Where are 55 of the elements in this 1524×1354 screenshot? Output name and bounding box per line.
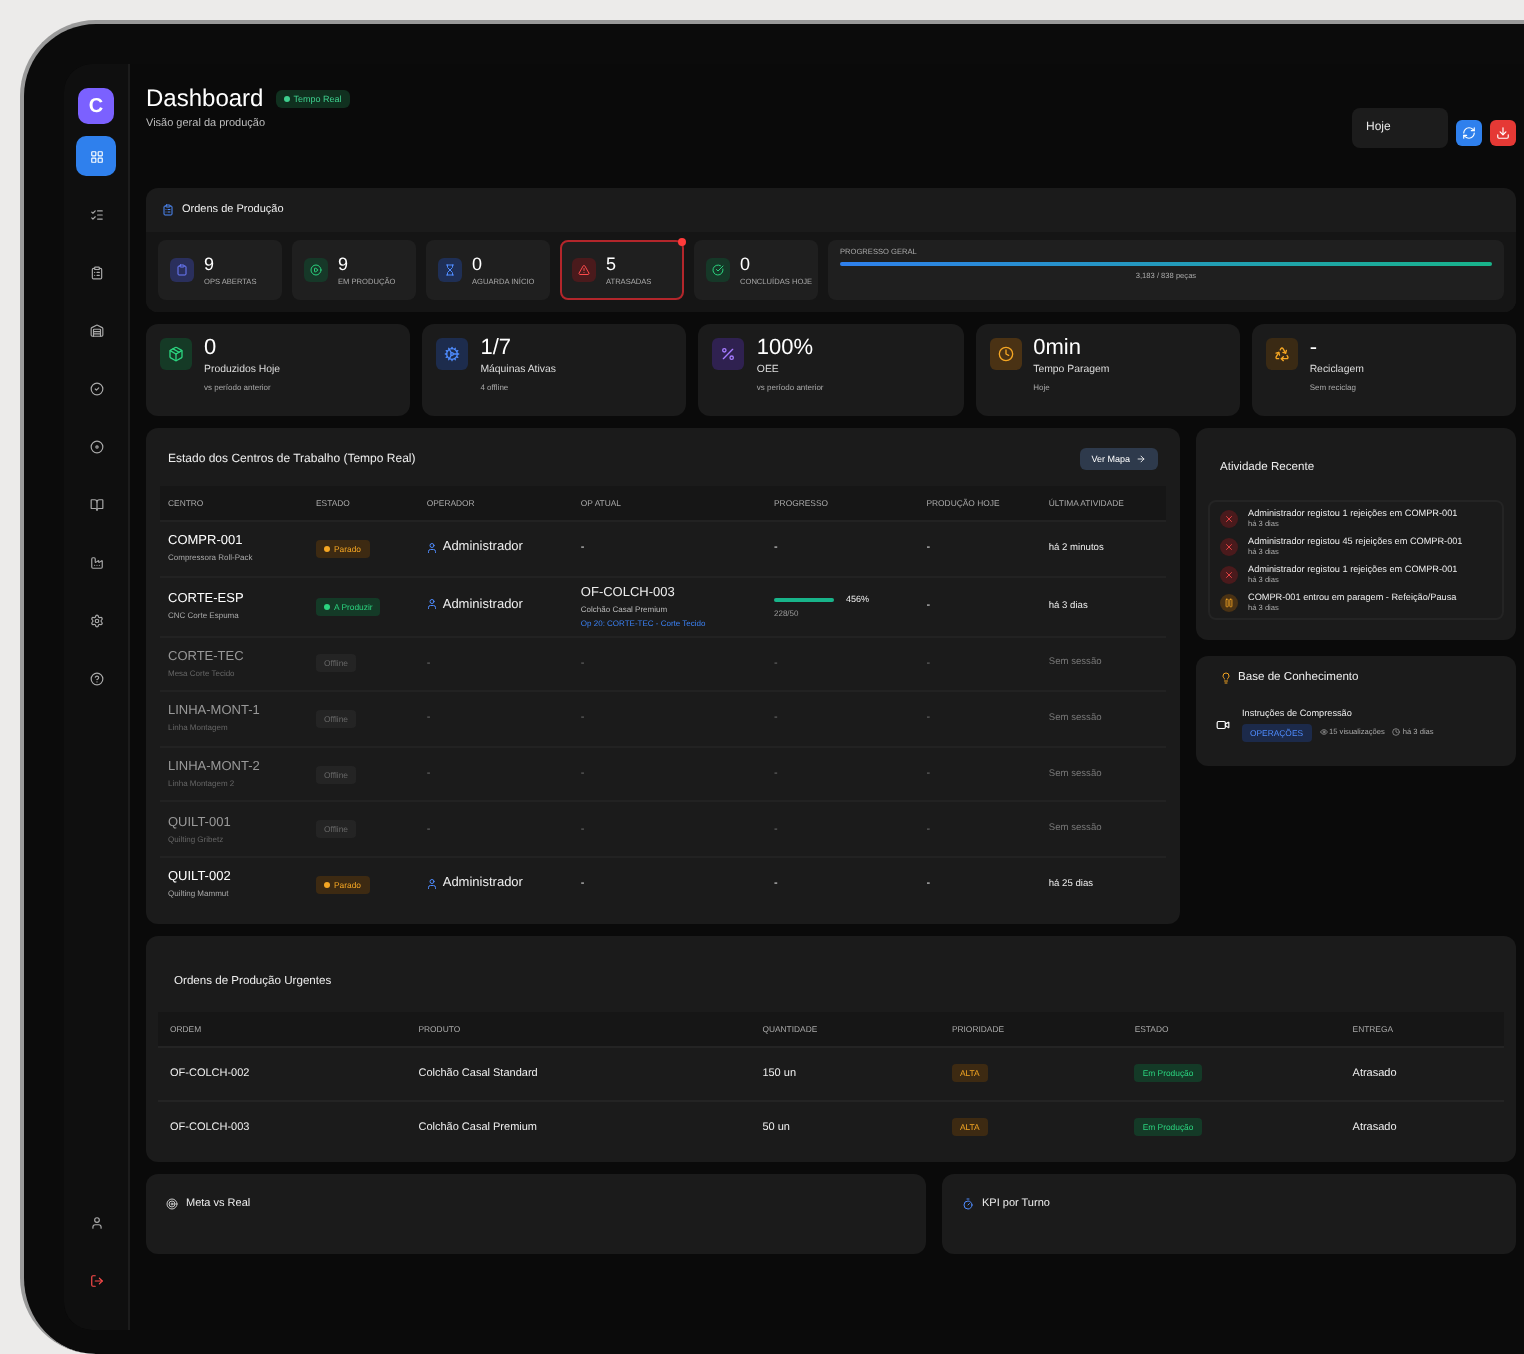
book-icon <box>89 497 103 511</box>
help-icon <box>89 671 103 685</box>
stat-value: 0 <box>472 255 485 273</box>
clock-icon <box>1392 728 1401 737</box>
close-icon <box>1220 566 1238 584</box>
stat-value: 9 <box>338 255 351 273</box>
video-icon <box>1216 717 1230 732</box>
app-logo: C <box>78 88 114 124</box>
stat-icon <box>438 258 462 282</box>
arrow-right-icon <box>1136 454 1146 464</box>
check-circle-icon <box>89 381 103 395</box>
page-title: Dashboard <box>146 84 264 112</box>
warehouse-icon <box>89 323 103 337</box>
user-icon <box>89 1215 103 1229</box>
stat-icon <box>706 258 730 282</box>
refresh-button[interactable] <box>1456 119 1482 145</box>
alert-dot <box>678 238 686 246</box>
target-icon <box>166 1197 178 1210</box>
stat-icon <box>572 258 596 282</box>
disc-icon <box>89 439 103 453</box>
lightbulb-icon <box>1220 672 1232 684</box>
kpi-icon <box>160 338 192 370</box>
refresh-icon <box>1462 125 1476 139</box>
stat-value: 9 <box>204 255 217 273</box>
export-button[interactable] <box>1490 119 1516 145</box>
kpi-icon <box>436 338 469 370</box>
clipboard-icon <box>89 265 103 279</box>
checklist-icon <box>89 207 103 221</box>
kpi-value: - <box>1309 338 1319 360</box>
close-icon <box>1220 510 1238 528</box>
kpi-icon <box>989 338 1022 370</box>
user-icon <box>426 598 439 611</box>
clock-icon <box>962 1197 974 1210</box>
kpi-value: 0min <box>1033 338 1083 360</box>
stat-icon <box>170 258 194 282</box>
clipboard-icon <box>162 204 174 216</box>
stat-value: 0 <box>740 255 753 273</box>
user-icon <box>426 541 439 554</box>
stat-value: 5 <box>606 255 619 273</box>
factory-icon <box>89 555 103 569</box>
logout-icon <box>89 1273 103 1287</box>
settings-icon <box>89 613 103 627</box>
kpi-icon <box>712 338 745 370</box>
close-icon <box>1220 538 1238 556</box>
eye-icon <box>1319 728 1328 737</box>
kpi-value: 0 <box>204 338 219 360</box>
kpi-value: 1/7 <box>480 338 513 360</box>
user-icon <box>426 877 439 890</box>
kpi-icon <box>1265 338 1298 370</box>
grid-icon <box>89 149 103 163</box>
stat-icon <box>304 258 328 282</box>
kpi-value: 100% <box>756 338 816 360</box>
nav-button[interactable] <box>76 136 116 176</box>
pause-icon <box>1220 594 1238 612</box>
download-icon <box>1496 125 1510 139</box>
